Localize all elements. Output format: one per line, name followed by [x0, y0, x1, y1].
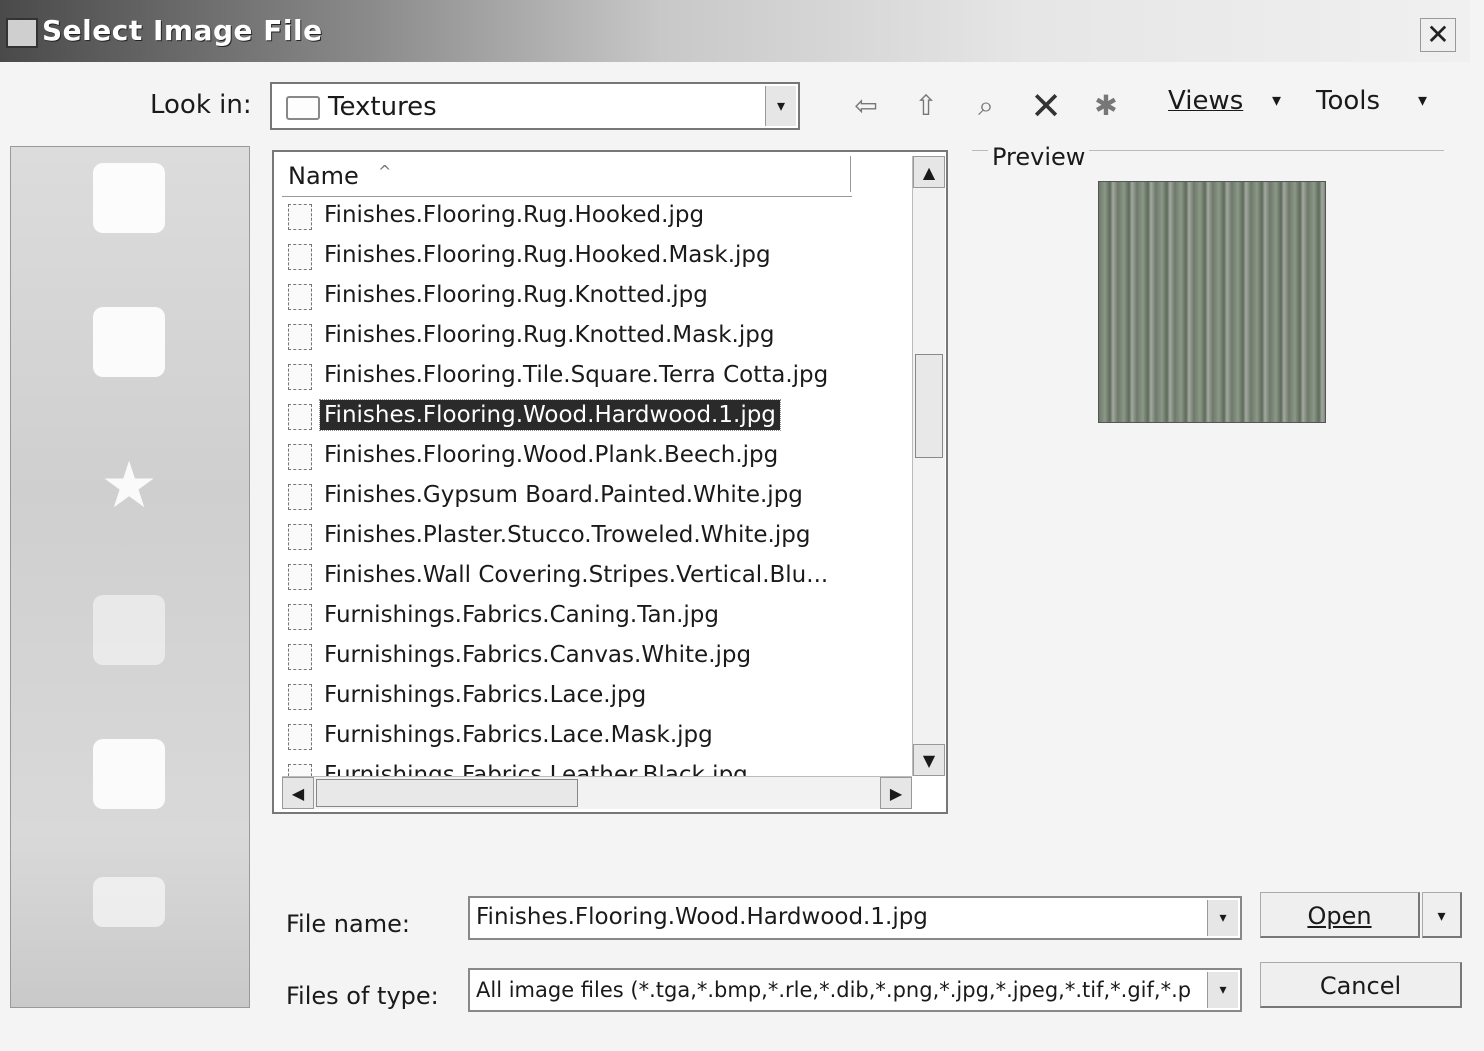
- image-file-icon: [288, 684, 312, 710]
- file-name: Finishes.Flooring.Tile.Square.Terra Cott…: [324, 362, 829, 388]
- documents-icon: [93, 307, 165, 377]
- file-name: Furnishings.Fabrics.Leather.Black.jpg: [324, 762, 748, 776]
- horizontal-scroll-thumb[interactable]: [316, 779, 578, 807]
- column-divider[interactable]: [850, 156, 851, 192]
- file-name: Finishes.Wall Covering.Stripes.Vertical.…: [324, 562, 829, 588]
- image-file-icon: [288, 604, 312, 630]
- file-name: Finishes.Plaster.Stucco.Troweled.White.j…: [324, 522, 811, 548]
- file-name-chevron-down-icon[interactable]: ▾: [1207, 900, 1238, 936]
- vertical-scroll-thumb[interactable]: [915, 354, 943, 458]
- title-bar: Select Image File ✕: [0, 0, 1470, 62]
- file-name-label: File name:: [286, 910, 410, 938]
- place-network[interactable]: [11, 729, 249, 889]
- up-folder-icon[interactable]: ⇧: [908, 88, 944, 124]
- desktop-icon: [93, 595, 165, 665]
- scroll-up-icon[interactable]: ▲: [913, 156, 945, 188]
- open-options-chevron-down-icon[interactable]: ▾: [1422, 892, 1462, 938]
- place-documents[interactable]: [11, 297, 249, 457]
- image-file-icon: [288, 764, 312, 776]
- image-file-icon: [288, 324, 312, 350]
- file-name: Finishes.Flooring.Wood.Plank.Beech.jpg: [324, 442, 779, 468]
- file-name: Furnishings.Fabrics.Lace.Mask.jpg: [324, 722, 713, 748]
- files-of-type-label: Files of type:: [286, 982, 439, 1010]
- preview-group: Preview: [972, 143, 1444, 423]
- delete-icon[interactable]: ✕: [1028, 87, 1064, 125]
- buzzsaw-icon: [93, 877, 165, 927]
- place-favorites[interactable]: ★: [11, 441, 249, 601]
- image-file-icon: [288, 204, 312, 230]
- image-file-icon: [288, 644, 312, 670]
- scroll-right-icon[interactable]: ▶: [880, 777, 912, 809]
- close-button[interactable]: ✕: [1420, 18, 1456, 52]
- place-desktop[interactable]: [11, 585, 249, 745]
- chevron-down-icon[interactable]: ▾: [765, 86, 796, 126]
- new-folder-icon[interactable]: ✱: [1088, 88, 1124, 124]
- place-history[interactable]: [11, 153, 249, 313]
- file-list[interactable]: Name ^ Finishes.Flooring.Rug.Hooked.jpg F…: [272, 150, 948, 814]
- lookin-label: Look in:: [150, 90, 252, 120]
- network-icon: [93, 739, 165, 809]
- image-file-icon: [288, 724, 312, 750]
- list-header: Name ^: [282, 156, 852, 197]
- image-file-icon: [288, 284, 312, 310]
- folder-icon: [286, 96, 320, 120]
- vertical-scrollbar[interactable]: ▲ ▼: [912, 156, 945, 776]
- tools-button[interactable]: Tools: [1316, 86, 1380, 116]
- preview-label: Preview: [988, 143, 1090, 171]
- image-file-icon: [288, 564, 312, 590]
- file-name: Furnishings.Fabrics.Canvas.White.jpg: [324, 642, 752, 668]
- file-name: Furnishings.Fabrics.Lace.jpg: [324, 682, 647, 708]
- open-button-label: Open: [1307, 902, 1372, 930]
- place-buzzsaw[interactable]: [11, 867, 249, 1027]
- select-image-file-dialog: Select Image File ✕ Look in: Textures ▾ …: [0, 0, 1484, 1051]
- image-file-icon: [288, 484, 312, 510]
- cancel-button[interactable]: Cancel: [1260, 962, 1462, 1008]
- views-chevron-down-icon[interactable]: ▾: [1272, 90, 1281, 111]
- file-name: Furnishings.Fabrics.Caning.Tan.jpg: [324, 602, 720, 628]
- preview-image: [1098, 181, 1326, 423]
- image-file-icon: [288, 404, 312, 430]
- file-name: Finishes.Flooring.Rug.Knotted.Mask.jpg: [324, 322, 775, 348]
- horizontal-scrollbar[interactable]: ◀ ▶: [282, 776, 912, 809]
- files-of-type-chevron-down-icon[interactable]: ▾: [1207, 972, 1238, 1008]
- places-bar: ★: [10, 146, 250, 1008]
- views-button[interactable]: Views: [1168, 86, 1243, 116]
- app-icon: [6, 18, 38, 48]
- lookin-dropdown[interactable]: Textures ▾: [270, 82, 800, 130]
- image-file-icon: [288, 244, 312, 270]
- sort-ascending-icon: ^: [378, 162, 392, 181]
- scroll-down-icon[interactable]: ▼: [913, 744, 945, 776]
- files-of-type-value: All image files (*.tga,*.bmp,*.rle,*.dib…: [476, 978, 1192, 1002]
- file-name: Finishes.Gypsum Board.Painted.White.jpg: [324, 482, 803, 508]
- open-button[interactable]: Open: [1260, 892, 1420, 938]
- file-rows: Finishes.Flooring.Rug.Hooked.jpg Finishes…: [282, 198, 912, 776]
- image-file-icon: [288, 444, 312, 470]
- file-name-value[interactable]: Finishes.Flooring.Wood.Hardwood.1.jpg: [476, 904, 1196, 930]
- column-name-header[interactable]: Name: [288, 162, 359, 190]
- image-file-icon: [288, 364, 312, 390]
- favorites-icon: ★: [100, 449, 158, 523]
- file-name-input[interactable]: Finishes.Flooring.Wood.Hardwood.1.jpg ▾: [468, 896, 1242, 940]
- window-title: Select Image File: [42, 14, 323, 47]
- scroll-left-icon[interactable]: ◀: [282, 777, 314, 809]
- file-name: Finishes.Flooring.Rug.Hooked.Mask.jpg: [324, 242, 771, 268]
- image-file-icon: [288, 524, 312, 550]
- history-icon: [93, 163, 165, 233]
- file-name: Finishes.Flooring.Wood.Hardwood.1.jpg: [319, 399, 781, 431]
- back-icon[interactable]: ⇦: [848, 88, 884, 124]
- files-of-type-dropdown[interactable]: All image files (*.tga,*.bmp,*.rle,*.dib…: [468, 968, 1242, 1012]
- lookin-value: Textures: [328, 92, 437, 122]
- search-web-icon[interactable]: ⌕: [968, 88, 1004, 124]
- tools-chevron-down-icon[interactable]: ▾: [1418, 90, 1427, 111]
- file-name: Finishes.Flooring.Rug.Hooked.jpg: [324, 202, 705, 228]
- file-name: Finishes.Flooring.Rug.Knotted.jpg: [324, 282, 708, 308]
